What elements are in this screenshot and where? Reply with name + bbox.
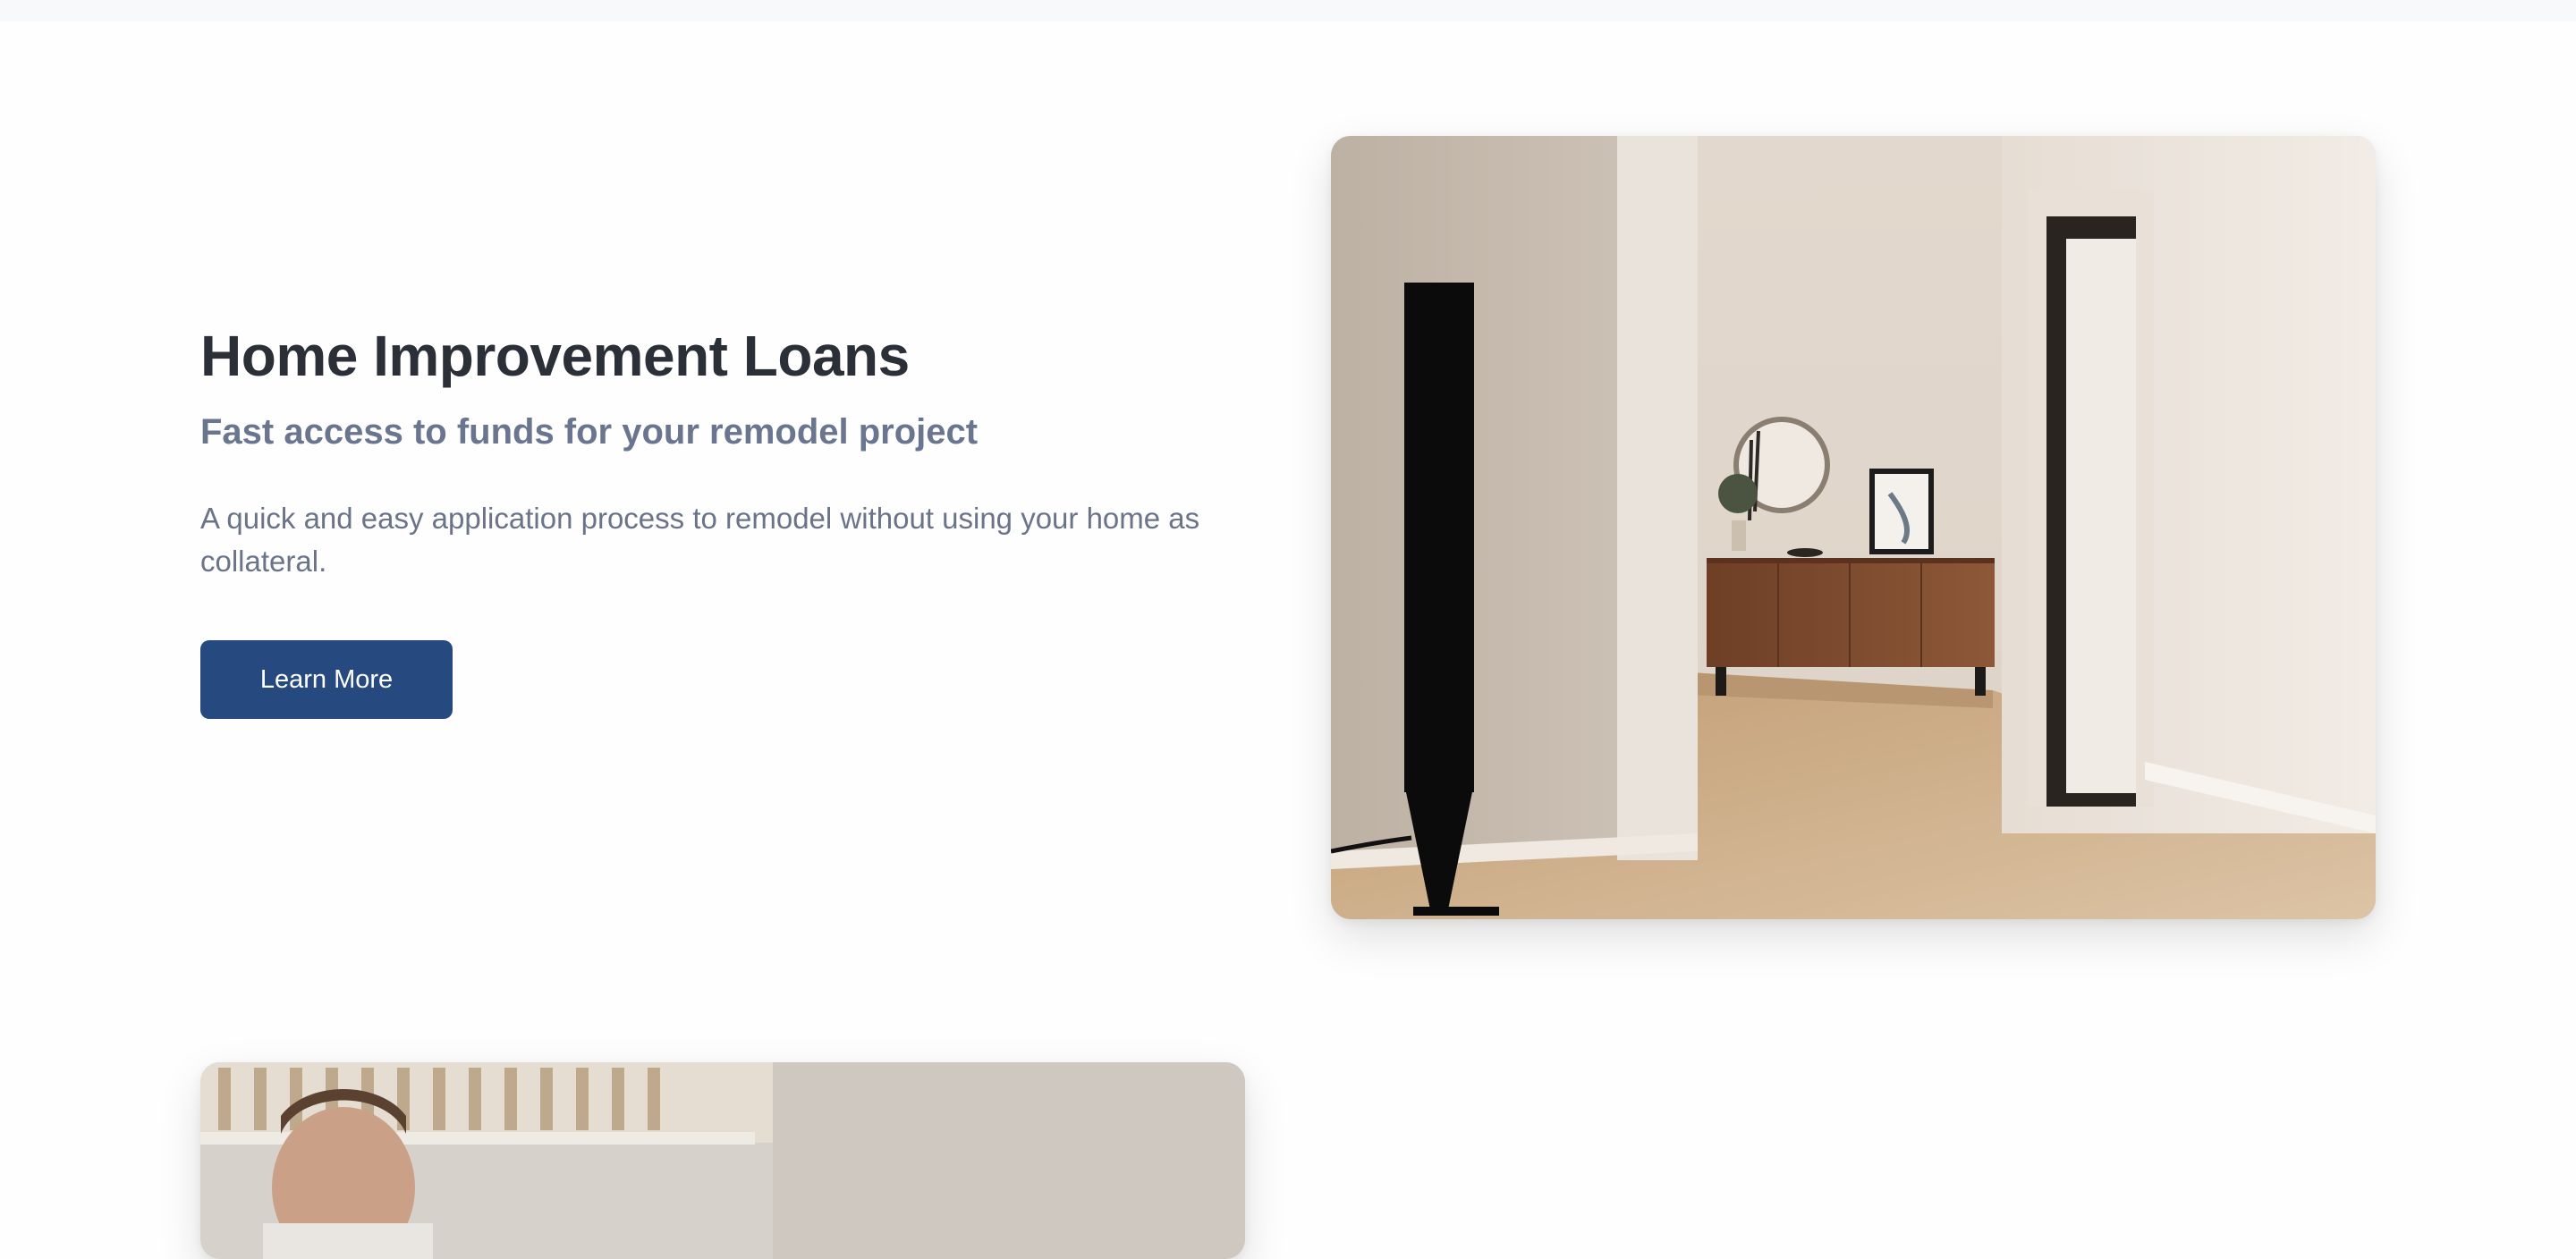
learn-more-button[interactable]: Learn More	[200, 640, 453, 719]
top-strip	[0, 0, 2576, 21]
living-room-photo	[1331, 136, 2376, 919]
hero-subtitle: Fast access to funds for your remodel pr…	[200, 412, 979, 452]
hero-description: A quick and easy application process to …	[200, 502, 1200, 578]
person-photo	[200, 1062, 1245, 1259]
hero-section: Home Improvement Loans Fast access to fu…	[200, 322, 1256, 719]
hero-title: Home Improvement Loans	[200, 324, 910, 388]
